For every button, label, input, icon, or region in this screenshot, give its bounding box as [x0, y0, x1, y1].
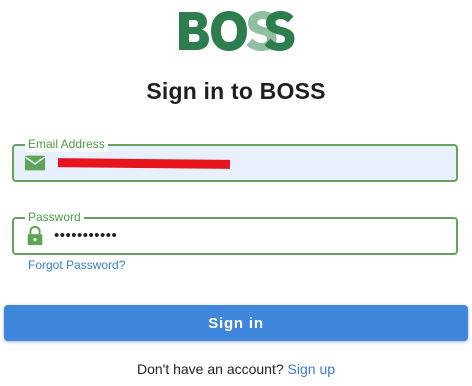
signup-prompt: Don't have an account?	[136, 361, 284, 377]
envelope-icon	[24, 155, 46, 171]
sign-in-page: Sign in to BOSS Email Address Password •…	[0, 0, 472, 386]
sign-in-button[interactable]: Sign in	[4, 305, 468, 341]
password-input[interactable]: •••••••••••	[54, 219, 448, 253]
boss-logo	[179, 11, 295, 51]
email-redaction	[57, 158, 231, 169]
page-title: Sign in to BOSS	[146, 78, 326, 104]
forgot-password-link[interactable]: Forgot Password?	[28, 258, 125, 272]
email-field[interactable]: Email Address	[12, 136, 458, 182]
lock-icon	[27, 225, 43, 246]
signup-row: Don't have an account? Sign up	[0, 361, 472, 377]
sign-up-link[interactable]: Sign up	[288, 361, 335, 377]
password-field[interactable]: Password •••••••••••	[12, 209, 458, 255]
